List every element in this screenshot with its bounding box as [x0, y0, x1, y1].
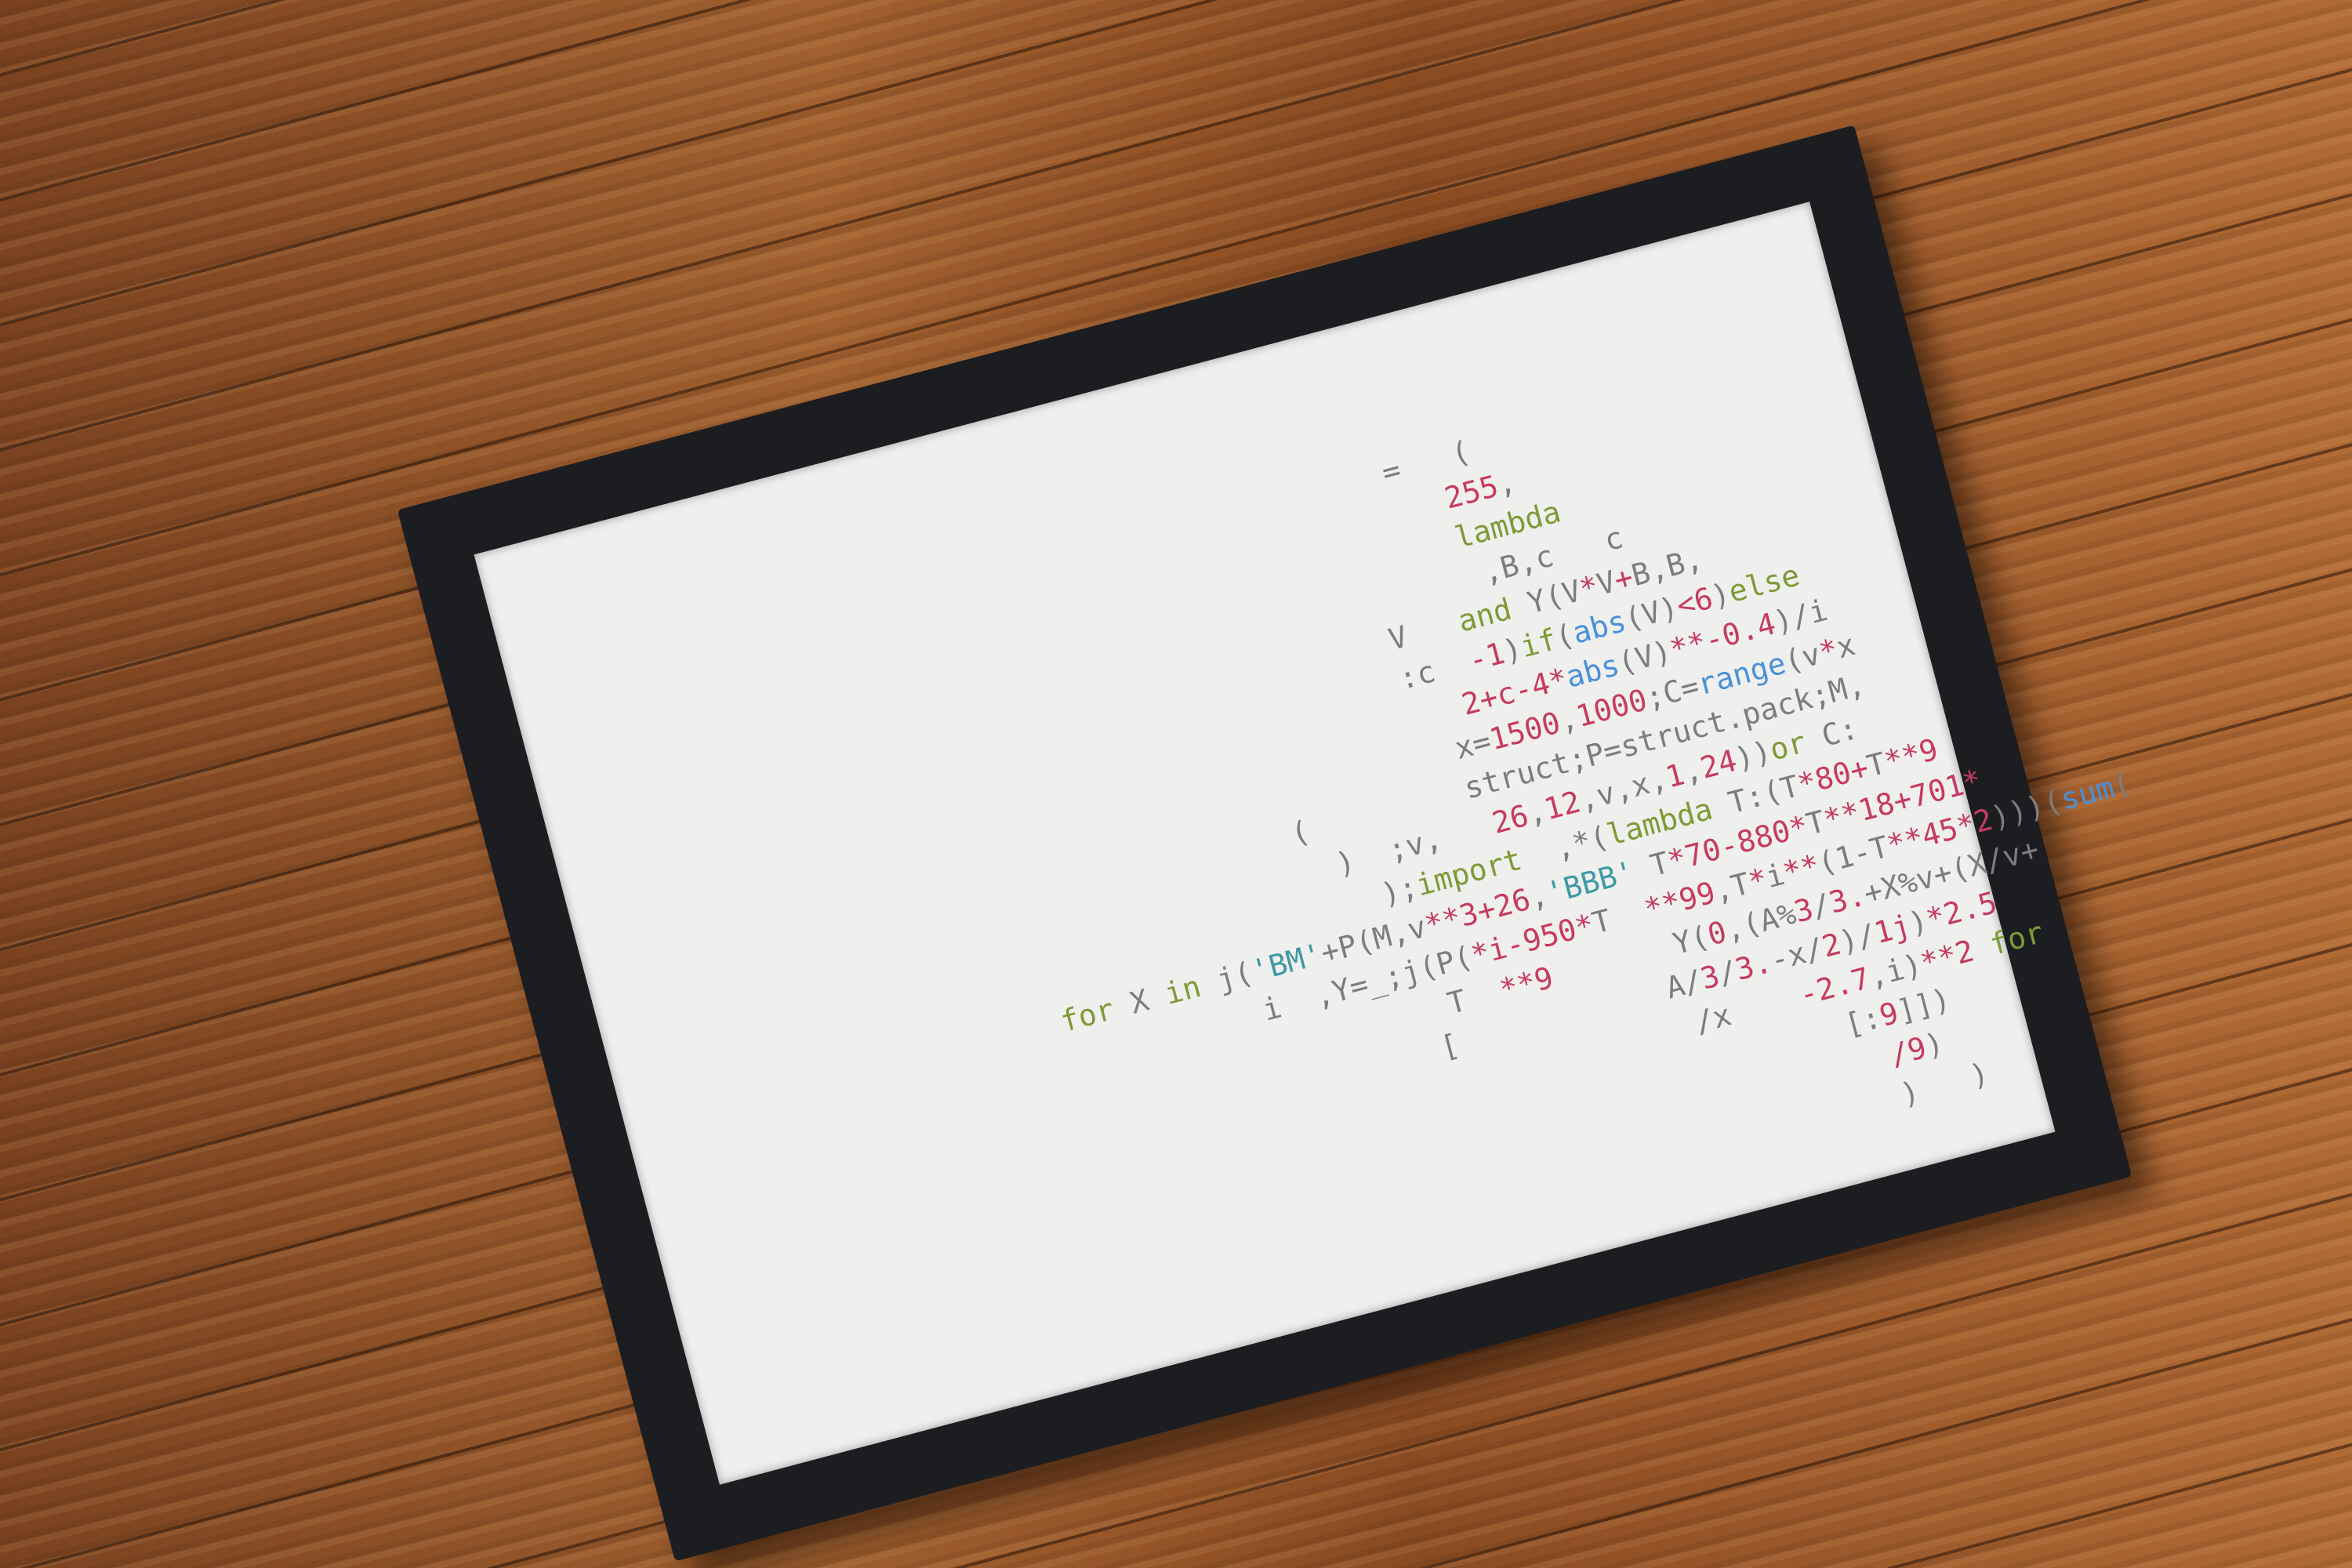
code-token: X	[1109, 978, 1171, 1025]
code-token: for	[1057, 992, 1118, 1040]
code-token: j(	[1196, 955, 1257, 1003]
